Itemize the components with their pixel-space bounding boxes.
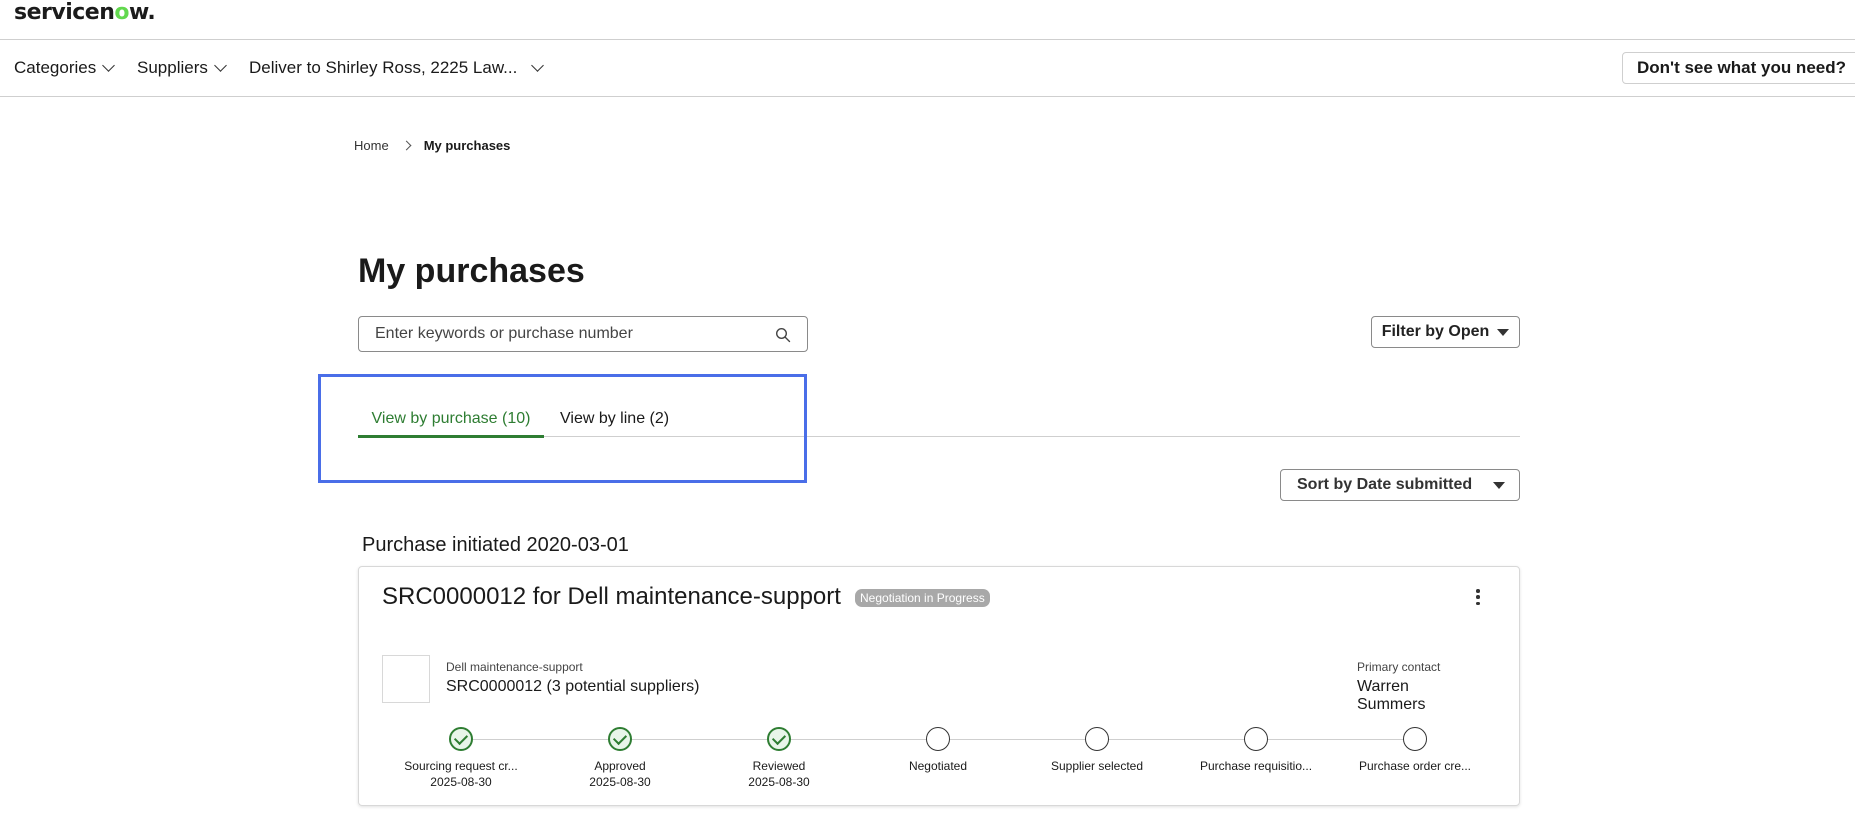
progress-step: Sourcing request cr... 2025-08-30: [391, 727, 531, 789]
nav-categories-label: Categories: [14, 58, 97, 77]
nav-suppliers-label: Suppliers: [137, 58, 208, 77]
progress-step: Supplier selected: [1027, 727, 1167, 775]
breadcrumb-current: My purchases: [423, 138, 511, 153]
page-title: My purchases: [358, 252, 585, 290]
contact-name: Warren Summers: [1357, 678, 1426, 713]
step-label: Approved: [594, 759, 646, 773]
progress-step: Negotiated: [868, 727, 1008, 775]
search-box: [358, 316, 808, 352]
sort-button[interactable]: Sort by Date submitted: [1280, 469, 1520, 501]
contact-label: Primary contact: [1357, 660, 1441, 674]
chevron-right-icon: [401, 140, 412, 151]
search-icon[interactable]: [775, 327, 791, 343]
chevron-down-icon: [531, 59, 545, 72]
check-circle-icon: [449, 727, 473, 751]
item-thumbnail: [382, 655, 430, 703]
step-label: Supplier selected: [1050, 759, 1144, 773]
deliver-to-label: Deliver to Shirley Ross, 2225 Law...: [249, 58, 518, 77]
nav-categories[interactable]: Categories: [14, 58, 116, 78]
step-date: 2025-08-30: [589, 775, 651, 789]
nav-bar: Categories Suppliers Deliver to Shirley …: [0, 40, 1855, 97]
step-date: 2025-08-30: [430, 775, 492, 789]
breadcrumb: Home My purchases: [354, 138, 510, 153]
empty-circle-icon: [926, 727, 950, 751]
progress-step: Reviewed 2025-08-30: [709, 727, 849, 789]
chevron-down-icon: [102, 59, 116, 72]
filter-label: Filter by Open: [1381, 323, 1490, 340]
step-label: Purchase order cre...: [1358, 759, 1472, 773]
purchase-card[interactable]: SRC0000012 for Dell maintenance-support …: [358, 566, 1520, 806]
caret-down-icon: [1493, 482, 1505, 489]
card-title[interactable]: SRC0000012 for Dell maintenance-support: [382, 583, 841, 611]
highlight-box: [318, 374, 807, 483]
step-label: Reviewed: [752, 759, 806, 773]
check-circle-icon: [767, 727, 791, 751]
check-circle-icon: [608, 727, 632, 751]
breadcrumb-home-link[interactable]: Home: [354, 138, 389, 153]
progress-step: Purchase order cre...: [1345, 727, 1485, 775]
more-options-icon[interactable]: [1475, 589, 1481, 605]
step-label: Sourcing request cr...: [404, 759, 518, 773]
progress-step: Purchase requisitio...: [1186, 727, 1326, 775]
chevron-down-icon: [214, 59, 227, 72]
nav-suppliers[interactable]: Suppliers: [137, 58, 227, 78]
dont-see-what-you-need-button[interactable]: Don't see what you need?: [1621, 52, 1855, 84]
group-heading: Purchase initiated 2020-03-01: [362, 534, 629, 556]
status-badge: Negotiation in Progress: [855, 589, 990, 607]
filter-button[interactable]: Filter by Open: [1371, 316, 1520, 348]
top-bar: servicenow.: [0, 0, 1855, 40]
empty-circle-icon: [1403, 727, 1427, 751]
caret-down-icon: [1497, 328, 1510, 336]
sort-label: Sort by Date submitted: [1297, 476, 1473, 493]
progress-step: Approved 2025-08-30: [550, 727, 690, 789]
empty-circle-icon: [1244, 727, 1268, 751]
step-label: Negotiated: [908, 759, 968, 773]
step-date: 2025-08-30: [748, 775, 810, 789]
search-input[interactable]: [359, 325, 759, 343]
item-name: SRC0000012 (3 potential suppliers): [446, 678, 700, 695]
empty-circle-icon: [1085, 727, 1109, 751]
nav-deliver-to[interactable]: Deliver to Shirley Ross, 2225 Law...: [249, 58, 545, 78]
step-label: Purchase requisitio...: [1199, 759, 1313, 773]
servicenow-logo[interactable]: servicenow.: [14, 0, 156, 25]
item-subtitle: Dell maintenance-support: [446, 660, 583, 674]
